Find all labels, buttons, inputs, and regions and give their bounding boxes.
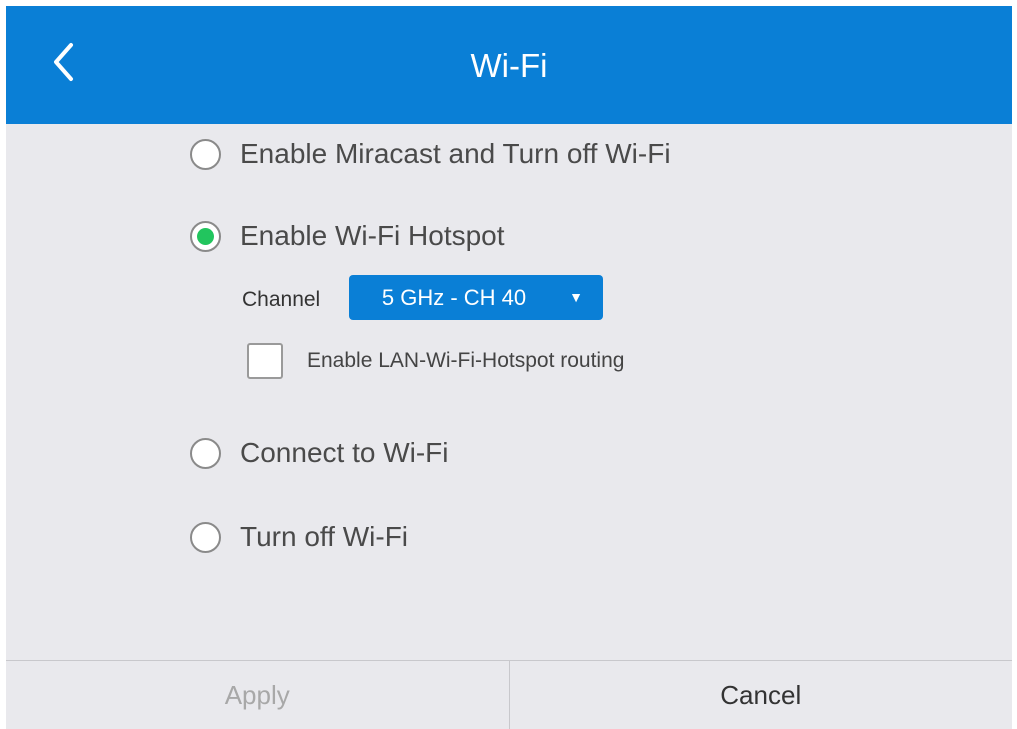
wifi-settings-dialog: Wi-Fi Enable Miracast and Turn off Wi-Fi… [6, 6, 1012, 729]
option-label: Enable Wi-Fi Hotspot [240, 220, 505, 251]
radio-button[interactable] [190, 437, 221, 469]
header-bar: Wi-Fi [6, 6, 1012, 124]
routing-checkbox-label: Enable LAN-Wi-Fi-Hotspot routing [307, 349, 625, 372]
routing-checkbox-row[interactable]: Enable LAN-Wi-Fi-Hotspot routing [247, 341, 624, 381]
apply-button[interactable]: Apply [6, 661, 510, 729]
channel-dropdown[interactable]: 5 GHz - CH 40 ▼ [349, 275, 603, 320]
channel-selected-value: 5 GHz - CH 40 [381, 285, 527, 310]
channel-label: Channel [242, 288, 321, 311]
option-connect-wifi[interactable]: Connect to Wi-Fi [190, 433, 449, 473]
page-title: Wi-Fi [470, 47, 548, 84]
option-turn-off-wifi[interactable]: Turn off Wi-Fi [190, 517, 408, 557]
option-enable-miracast[interactable]: Enable Miracast and Turn off Wi-Fi [190, 134, 671, 174]
radio-button[interactable] [190, 521, 221, 553]
option-enable-hotspot[interactable]: Enable Wi-Fi Hotspot [190, 216, 505, 256]
option-label: Connect to Wi-Fi [240, 437, 449, 468]
option-label: Enable Miracast and Turn off Wi-Fi [240, 138, 671, 169]
footer-bar: Apply Cancel [6, 660, 1012, 729]
cancel-button[interactable]: Cancel [510, 661, 1013, 729]
radio-button-selected[interactable] [190, 220, 221, 252]
radio-button[interactable] [190, 138, 221, 170]
routing-checkbox[interactable] [247, 343, 283, 379]
caret-down-icon: ▼ [569, 289, 583, 305]
option-label: Turn off Wi-Fi [240, 521, 409, 552]
